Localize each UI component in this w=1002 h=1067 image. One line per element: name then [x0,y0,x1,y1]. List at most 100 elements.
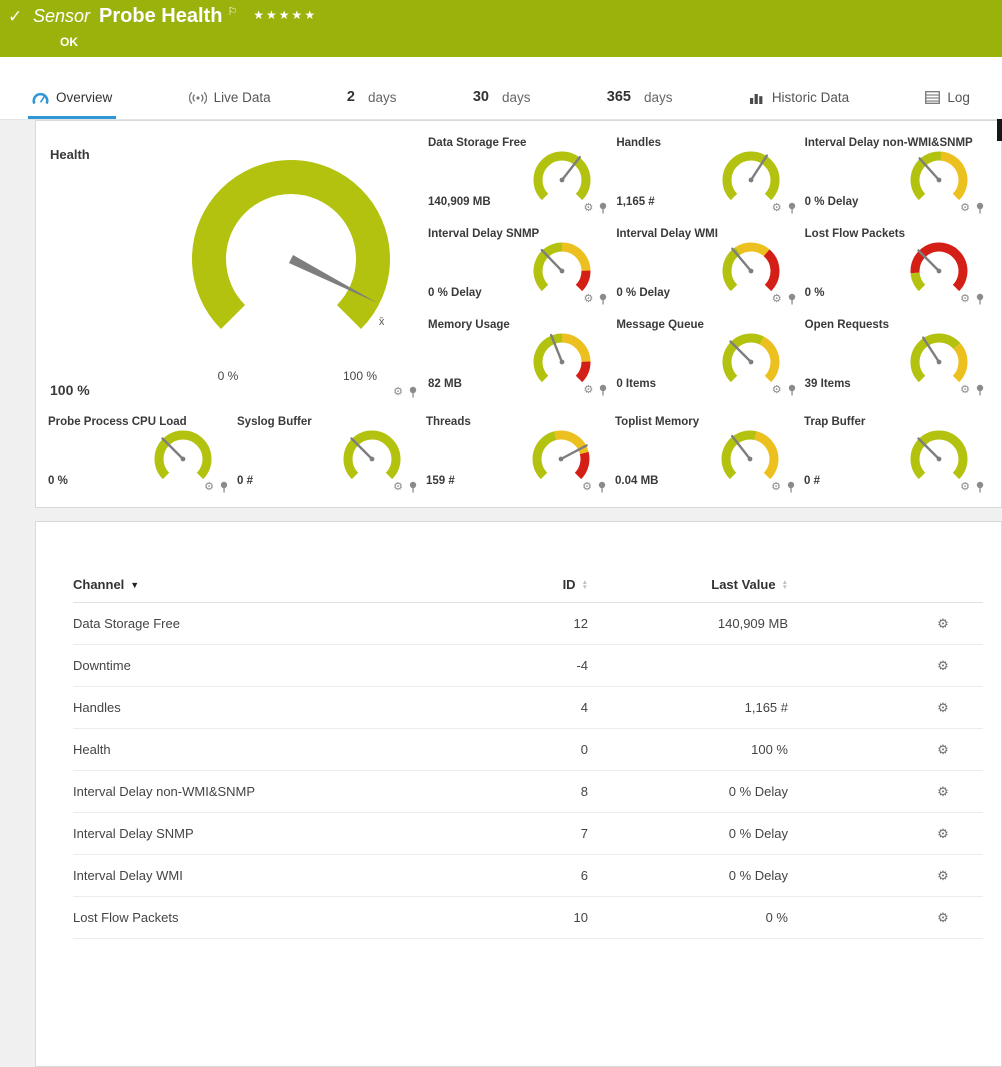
gear-icon[interactable]: ⚙ [583,203,593,214]
gear-icon[interactable]: ⚙ [204,482,214,493]
gauge-actions: ⚙ [583,202,608,214]
gear-icon[interactable]: ⚙ [772,294,782,305]
pin-icon[interactable] [408,386,418,398]
pin-icon[interactable] [598,293,608,305]
column-header-channel[interactable]: Channel▼ [73,577,513,592]
table-row[interactable]: Lost Flow Packets 10 0 % ⚙ [73,897,983,939]
gear-icon[interactable]: ⚙ [960,385,970,396]
pin-icon[interactable] [787,384,797,396]
gauge-card: Open Requests 39 Items ⚙ [805,313,993,404]
channel-settings-gear-icon[interactable]: ⚙ [937,658,949,673]
gauge-grid: Health x̄ 0 % 100 % 100 % ⚙ Data Storage… [48,131,993,404]
pin-icon[interactable] [975,384,985,396]
bar-chart-icon [749,91,765,105]
pin-icon[interactable] [787,293,797,305]
tab-label: days [644,90,673,105]
pin-icon[interactable] [598,202,608,214]
tab-30-days[interactable]: 30 days [469,89,535,119]
channel-last-value: 0 % [588,910,788,925]
gauge-value: 140,909 MB [428,196,491,208]
gear-icon[interactable]: ⚙ [583,385,593,396]
gauge-actions: ⚙ [393,481,418,493]
channel-id: 6 [513,868,588,883]
channel-settings-gear-icon[interactable]: ⚙ [937,700,949,715]
gear-icon[interactable]: ⚙ [393,387,403,398]
gauge-actions: ⚙ [960,293,985,305]
health-gauge-card: Health x̄ 0 % 100 % 100 % ⚙ [48,131,428,404]
gauge-value: 0 # [804,475,820,487]
gear-icon[interactable]: ⚙ [393,482,403,493]
tab-historic-data[interactable]: Historic Data [745,90,853,119]
table-row[interactable]: Health 0 100 % ⚙ [73,729,983,771]
table-row[interactable]: Downtime -4 ⚙ [73,645,983,687]
channel-name[interactable]: Interval Delay SNMP [73,826,513,841]
channel-id: 7 [513,826,588,841]
channel-settings-gear-icon[interactable]: ⚙ [937,826,949,841]
pin-icon[interactable] [408,481,418,493]
pin-icon[interactable] [219,481,229,493]
channel-name[interactable]: Lost Flow Packets [73,910,513,925]
channel-name[interactable]: Downtime [73,658,513,673]
gauge-value: 0 % [48,475,68,487]
tab-overview[interactable]: Overview [28,90,116,119]
channel-name[interactable]: Health [73,742,513,757]
table-row[interactable]: Interval Delay non-WMI&SNMP 8 0 % Delay … [73,771,983,813]
table-row[interactable]: Interval Delay WMI 6 0 % Delay ⚙ [73,855,983,897]
channel-name[interactable]: Interval Delay non-WMI&SNMP [73,784,513,799]
pin-icon[interactable] [975,481,985,493]
tab-number: 2 [347,89,355,105]
pin-icon[interactable] [975,293,985,305]
tab-label: Live Data [214,90,271,105]
gauge-actions: ⚙ [393,386,418,398]
gauge-value: 0 % Delay [616,287,670,299]
tab-log[interactable]: Log [921,90,974,119]
pin-icon[interactable] [597,481,607,493]
table-row[interactable]: Interval Delay SNMP 7 0 % Delay ⚙ [73,813,983,855]
gauge-value: 0 # [237,475,253,487]
priority-stars[interactable]: ★★★★★ [253,8,317,22]
tab-live-data[interactable]: Live Data [185,90,275,119]
channel-settings-gear-icon[interactable]: ⚙ [937,784,949,799]
channel-name[interactable]: Data Storage Free [73,616,513,631]
gear-icon[interactable]: ⚙ [583,294,593,305]
gauge-actions: ⚙ [960,481,985,493]
channel-name[interactable]: Interval Delay WMI [73,868,513,883]
gear-icon[interactable]: ⚙ [772,385,782,396]
gear-icon[interactable]: ⚙ [771,482,781,493]
tab-label: Overview [56,90,112,105]
table-row[interactable]: Handles 4 1,165 # ⚙ [73,687,983,729]
tab-number: 365 [607,89,631,105]
pin-icon[interactable] [975,202,985,214]
table-body: Data Storage Free 12 140,909 MB ⚙ Downti… [73,603,983,939]
gear-icon[interactable]: ⚙ [772,203,782,214]
tab-label: Historic Data [772,90,849,105]
channel-id: 12 [513,616,588,631]
gauge-value: 82 MB [428,378,462,390]
tab-2-days[interactable]: 2 days [343,89,401,119]
column-header-id[interactable]: ID▲▼ [513,577,588,592]
channel-settings-gear-icon[interactable]: ⚙ [937,616,949,631]
table-row[interactable]: Data Storage Free 12 140,909 MB ⚙ [73,603,983,645]
channel-last-value: 100 % [588,742,788,757]
column-header-last-value[interactable]: Last Value▲▼ [588,577,788,592]
sort-desc-icon[interactable]: ▼ [130,580,139,590]
pin-icon[interactable] [787,202,797,214]
favorite-flag-icon[interactable]: ⚐ [227,6,237,18]
pin-icon[interactable] [786,481,796,493]
sort-toggle-icon[interactable]: ▲▼ [782,580,788,590]
tab-number: 30 [473,89,489,105]
gear-icon[interactable]: ⚙ [960,203,970,214]
tab-365-days[interactable]: 365 days [603,89,677,119]
gauge-value: 0 % [805,287,825,299]
channel-settings-gear-icon[interactable]: ⚙ [937,742,949,757]
gear-icon[interactable]: ⚙ [960,294,970,305]
pin-icon[interactable] [598,384,608,396]
channel-settings-gear-icon[interactable]: ⚙ [937,868,949,883]
channel-settings-gear-icon[interactable]: ⚙ [937,910,949,925]
gear-icon[interactable]: ⚙ [960,482,970,493]
gauge-value: 0 Items [616,378,656,390]
tab-label: Log [947,90,970,105]
gear-icon[interactable]: ⚙ [582,482,592,493]
gauge-card: Threads 159 # ⚙ [426,410,615,501]
channel-name[interactable]: Handles [73,700,513,715]
